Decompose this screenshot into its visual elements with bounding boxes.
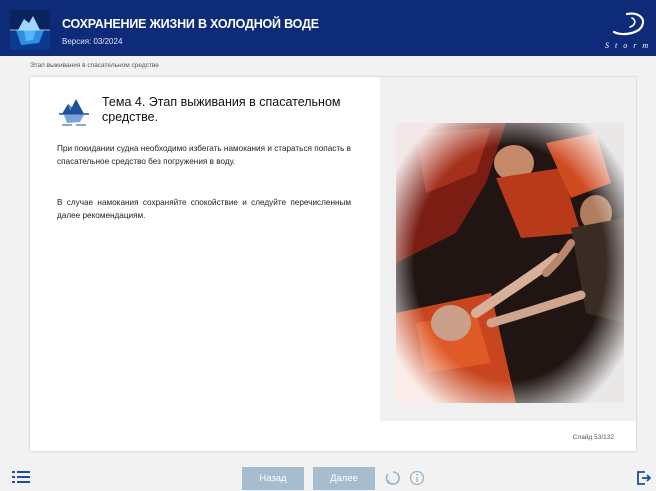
rescue-photo xyxy=(396,123,624,403)
app-version: Версия: 03/2024 xyxy=(62,37,123,46)
storm-logo-icon: S t o r m xyxy=(602,8,652,52)
content-card: Тема 4. Этап выживания в спасательном ср… xyxy=(30,77,636,451)
back-button[interactable]: Назад xyxy=(242,467,304,490)
iceberg-logo-icon xyxy=(10,10,50,50)
paragraph-2: В случае намокания сохраняйте спокойстви… xyxy=(57,198,351,220)
photo-panel xyxy=(380,77,636,421)
paragraph-1: При покидании судна необходимо избегать … xyxy=(57,144,351,166)
breadcrumb: Этап выживания в спасательном средстве xyxy=(30,62,159,69)
exit-icon[interactable] xyxy=(637,471,652,485)
reload-icon[interactable] xyxy=(385,470,401,486)
svg-text:S t o r m: S t o r m xyxy=(605,41,650,50)
app-header: СОХРАНЕНИЕ ЖИЗНИ В ХОЛОДНОЙ ВОДЕ Версия:… xyxy=(0,0,656,56)
info-icon[interactable] xyxy=(409,470,425,486)
app-title: СОХРАНЕНИЕ ЖИЗНИ В ХОЛОДНОЙ ВОДЕ xyxy=(62,17,319,31)
next-button[interactable]: Далее xyxy=(313,467,375,490)
iceberg-icon xyxy=(58,96,90,128)
menu-list-icon[interactable] xyxy=(12,470,30,484)
topic-title: Тема 4. Этап выживания в спасательном ср… xyxy=(102,95,341,124)
slide-counter: Слайд 53/132 xyxy=(572,434,614,441)
